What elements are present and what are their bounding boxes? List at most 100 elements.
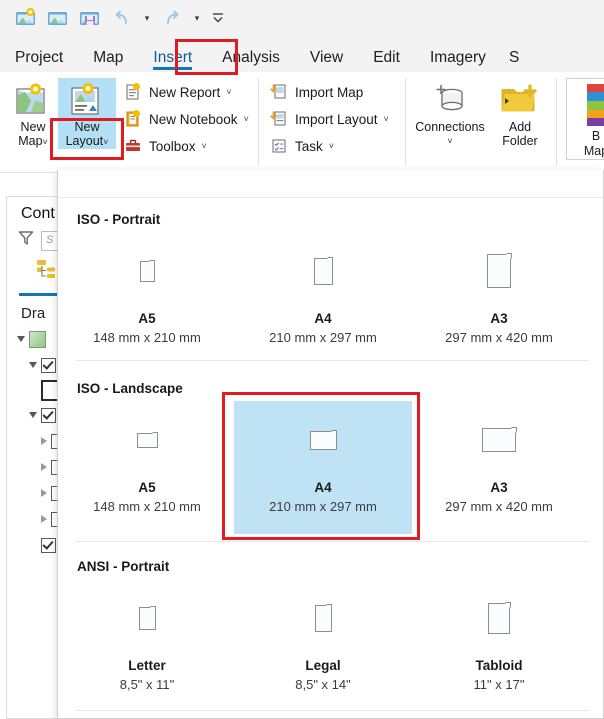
import-layout-button[interactable]: Import Layout ˅ [268,107,389,131]
chevron-down-icon[interactable]: ˅ [384,114,389,124]
page-portrait-icon [58,579,236,657]
gallery-separator [76,710,589,711]
new-layout-button[interactable]: New Layout˅ [58,78,116,149]
quick-access-toolbar: ▾ ▾ [0,0,604,36]
page-portrait-icon [58,232,236,310]
new-layout-label-text: Layout [65,134,104,148]
gallery-item-dims: 8,5" x 14" [295,677,351,692]
gallery-section-title-ansi-portrait: ANSI - Portrait [77,559,170,574]
tab-map[interactable]: Map [78,48,138,73]
layer-checkbox[interactable] [41,357,56,373]
import-map-icon [268,82,290,102]
gallery-item-name: A5 [138,311,156,326]
collapse-triangle-icon[interactable] [41,489,47,497]
tab-edit[interactable]: Edit [358,49,415,73]
import-layout-label: Import Layout [295,111,378,127]
tab-label: Insert [153,48,193,66]
basemap-button[interactable]: B Map [566,78,604,160]
expand-triangle-icon[interactable] [17,336,25,342]
new-map-label-text: Map [18,134,43,148]
add-folder-icon [492,78,548,120]
ribbon-separator [405,78,406,166]
layer-checkbox[interactable] [41,407,56,423]
map-layer-icon [29,330,46,348]
list-by-drawing-order-icon[interactable] [33,258,59,287]
chevron-down-icon[interactable]: ˅ [43,137,48,147]
gallery-item-dims: 8,5" x 11" [119,677,175,692]
gallery-item-dims: 210 mm x 297 mm [269,330,377,345]
redo-dropdown-icon[interactable]: ▾ [189,4,205,32]
gallery-separator [76,360,589,361]
tab-imagery[interactable]: Imagery [415,49,501,73]
save-project-icon[interactable] [75,4,105,32]
tab-project[interactable]: Project [0,49,78,73]
gallery-item-name: A3 [490,311,508,326]
toolbox-button[interactable]: Toolbox ˅ [122,134,207,158]
tab-analysis[interactable]: Analysis [207,48,295,73]
tab-label: S [508,48,520,66]
new-project-icon[interactable] [11,4,41,32]
expand-triangle-icon[interactable] [29,412,37,418]
redo-icon[interactable] [157,4,187,32]
gallery-item-ansi-portrait-tabloid[interactable]: Tabloid 11" x 17" [410,579,588,695]
new-layout-icon [58,78,116,120]
gallery-item-iso-landscape-a4[interactable]: A4 210 mm x 297 mm [234,401,412,534]
ribbon-separator [258,78,259,166]
gallery-item-iso-landscape-a3[interactable]: A3 297 mm x 420 mm [410,401,588,517]
page-portrait-icon [410,232,588,310]
new-map-label-line2: Map˅ [4,134,62,149]
chevron-down-icon[interactable]: ˅ [226,87,231,97]
page-size-gallery: ISO - Portrait A5 148 mm x 210 mm A4 210… [57,170,604,719]
customize-quick-access-icon[interactable] [207,4,229,32]
connections-button[interactable]: Connections ˅ [412,78,488,148]
gallery-item-dims: 297 mm x 420 mm [445,499,553,514]
new-notebook-label: New Notebook [149,111,238,127]
new-layout-label-line1: New [74,120,100,134]
gallery-item-iso-portrait-a5[interactable]: A5 148 mm x 210 mm [58,232,236,348]
tab-insert[interactable]: Insert [138,48,207,73]
expand-triangle-icon[interactable] [29,362,37,368]
filter-icon[interactable] [17,229,35,252]
chevron-down-icon[interactable]: ˅ [329,141,334,151]
page-landscape-icon [410,401,588,479]
import-map-button[interactable]: Import Map [268,80,363,104]
connections-label: Connections [415,120,485,134]
gallery-item-iso-landscape-a5[interactable]: A5 148 mm x 210 mm [58,401,236,517]
collapse-triangle-icon[interactable] [41,515,47,523]
chevron-down-icon[interactable]: ˅ [202,141,207,151]
tab-label: View [309,48,344,66]
gallery-item-name: Letter [128,658,166,673]
new-notebook-button[interactable]: New Notebook ˅ [122,107,249,131]
add-folder-button[interactable]: Add Folder [492,78,548,148]
undo-icon[interactable] [107,4,137,32]
task-button[interactable]: Task ˅ [268,134,334,158]
page-landscape-icon [234,401,412,479]
undo-dropdown-icon[interactable]: ▾ [139,4,155,32]
open-project-icon[interactable] [43,4,73,32]
collapse-triangle-icon[interactable] [41,463,47,471]
gallery-item-dims: 148 mm x 210 mm [93,330,201,345]
tab-share[interactable]: S [501,48,523,73]
gallery-item-name: A3 [490,480,508,495]
new-report-button[interactable]: New Report ˅ [122,80,232,104]
basemap-label-line2: Map [583,144,604,158]
tab-label: Map [93,48,124,66]
chevron-down-icon[interactable]: ˅ [244,114,249,124]
gallery-item-iso-portrait-a3[interactable]: A3 297 mm x 420 mm [410,232,588,348]
new-map-button[interactable]: New Map˅ [4,78,62,149]
gallery-item-ansi-portrait-legal[interactable]: Legal 8,5" x 14" [234,579,412,695]
tab-label: Analysis [222,48,280,66]
add-folder-label-line1: Add [508,120,532,134]
collapse-triangle-icon[interactable] [41,437,47,445]
tab-view[interactable]: View [295,48,358,73]
chevron-down-icon[interactable]: ˅ [103,137,108,147]
gallery-item-dims: 11" x 17" [473,677,525,692]
new-report-icon [122,82,144,102]
gallery-item-iso-portrait-a4[interactable]: A4 210 mm x 297 mm [234,232,412,348]
import-map-label: Import Map [295,84,364,100]
gallery-item-ansi-portrait-letter[interactable]: Letter 8,5" x 11" [58,579,236,695]
basemap-label-line1: B [591,129,601,143]
chevron-down-icon[interactable]: ˅ [412,134,488,148]
ribbon-separator [556,78,557,166]
layer-checkbox[interactable] [41,537,56,553]
